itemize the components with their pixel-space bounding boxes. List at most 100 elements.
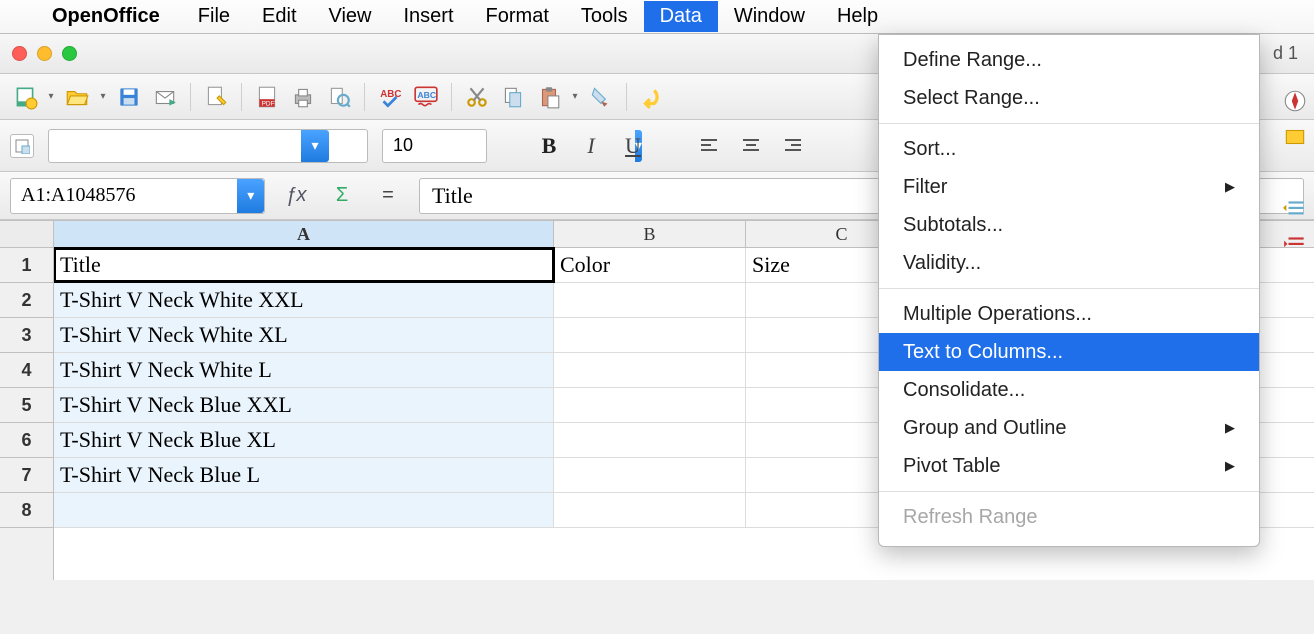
menu-define-range[interactable]: Define Range... [879, 41, 1259, 79]
cell-B2[interactable] [554, 283, 746, 317]
font-name-dropdown[interactable] [301, 130, 329, 162]
row-header-8[interactable]: 8 [0, 493, 53, 528]
bold-button[interactable]: B [535, 132, 563, 160]
macos-menubar: OpenOffice File Edit View Insert Format … [0, 0, 1314, 34]
italic-button[interactable]: I [577, 132, 605, 160]
menu-tools[interactable]: Tools [565, 1, 644, 32]
new-document-icon[interactable] [10, 82, 40, 112]
menu-separator [879, 123, 1259, 124]
toolbar-separator [451, 83, 452, 111]
row-header-7[interactable]: 7 [0, 458, 53, 493]
save-icon[interactable] [114, 82, 144, 112]
menu-format[interactable]: Format [470, 1, 565, 32]
cell-A3[interactable]: T-Shirt V Neck White XL [54, 318, 554, 352]
styles-button[interactable] [10, 134, 34, 158]
row-header-4[interactable]: 4 [0, 353, 53, 388]
edit-file-icon[interactable] [201, 82, 231, 112]
align-center-icon[interactable] [737, 132, 765, 160]
cell-A4[interactable]: T-Shirt V Neck White L [54, 353, 554, 387]
name-box-dropdown[interactable] [237, 179, 264, 213]
window-zoom-button[interactable] [62, 46, 77, 61]
underline-button[interactable]: U [619, 132, 647, 160]
app-name[interactable]: OpenOffice [42, 1, 170, 32]
format-paintbrush-icon[interactable] [586, 82, 616, 112]
cell-A2[interactable]: T-Shirt V Neck White XXL [54, 283, 554, 317]
decrease-indent-icon[interactable] [1280, 194, 1310, 224]
function-wizard-icon[interactable]: ƒx [281, 181, 311, 211]
menu-insert[interactable]: Insert [388, 1, 470, 32]
font-name-combo[interactable] [48, 129, 368, 163]
print-icon[interactable] [288, 82, 318, 112]
row-header-6[interactable]: 6 [0, 423, 53, 458]
paste-dropdown[interactable]: ▾ [570, 91, 580, 102]
undo-icon[interactable] [637, 82, 667, 112]
col-header-A[interactable]: A [54, 221, 554, 247]
menu-sort[interactable]: Sort... [879, 130, 1259, 168]
cell-A6[interactable]: T-Shirt V Neck Blue XL [54, 423, 554, 457]
menu-multiple-operations[interactable]: Multiple Operations... [879, 295, 1259, 333]
align-right-icon[interactable] [779, 132, 807, 160]
cell-A7[interactable]: T-Shirt V Neck Blue L [54, 458, 554, 492]
cell-B1[interactable]: Color [554, 248, 746, 282]
menu-edit[interactable]: Edit [246, 1, 312, 32]
name-box-input[interactable] [11, 184, 237, 207]
navigator-icon[interactable] [1280, 86, 1310, 116]
menu-text-to-columns[interactable]: Text to Columns... [879, 333, 1259, 371]
window-close-button[interactable] [12, 46, 27, 61]
cell-B3[interactable] [554, 318, 746, 352]
svg-text:ABC: ABC [380, 89, 401, 100]
select-all-corner[interactable] [0, 220, 53, 248]
data-menu-panel: Define Range... Select Range... Sort... … [878, 34, 1260, 547]
cell-B7[interactable] [554, 458, 746, 492]
window-title-text: d 1 [1273, 43, 1304, 64]
increase-indent-icon[interactable] [1280, 230, 1310, 260]
cut-icon[interactable] [462, 82, 492, 112]
menu-pivot-table[interactable]: Pivot Table▶ [879, 447, 1259, 485]
row-header-2[interactable]: 2 [0, 283, 53, 318]
menu-help[interactable]: Help [821, 1, 894, 32]
spellcheck-icon[interactable]: ABC [375, 82, 405, 112]
name-box[interactable] [10, 178, 265, 214]
cell-A8[interactable] [54, 493, 554, 527]
email-icon[interactable] [150, 82, 180, 112]
font-size-combo[interactable] [382, 129, 487, 163]
cell-A5[interactable]: T-Shirt V Neck Blue XXL [54, 388, 554, 422]
submenu-arrow-icon: ▶ [1225, 420, 1235, 436]
menu-filter[interactable]: Filter▶ [879, 168, 1259, 206]
menu-consolidate[interactable]: Consolidate... [879, 371, 1259, 409]
cell-B6[interactable] [554, 423, 746, 457]
open-dropdown[interactable]: ▾ [98, 91, 108, 102]
menu-window[interactable]: Window [718, 1, 821, 32]
sum-icon[interactable]: Σ [327, 181, 357, 211]
cell-B8[interactable] [554, 493, 746, 527]
submenu-arrow-icon: ▶ [1225, 179, 1235, 195]
toolbar-separator [626, 83, 627, 111]
row-header-3[interactable]: 3 [0, 318, 53, 353]
print-preview-icon[interactable] [324, 82, 354, 112]
paste-icon[interactable] [534, 82, 564, 112]
font-name-input[interactable] [49, 130, 301, 162]
auto-spellcheck-icon[interactable]: ABC [411, 82, 441, 112]
menu-view[interactable]: View [313, 1, 388, 32]
menu-validity[interactable]: Validity... [879, 244, 1259, 282]
cell-B4[interactable] [554, 353, 746, 387]
menu-subtotals[interactable]: Subtotals... [879, 206, 1259, 244]
menu-data[interactable]: Data [644, 1, 718, 32]
export-pdf-icon[interactable]: PDF [252, 82, 282, 112]
gallery-icon[interactable] [1280, 122, 1310, 152]
menu-group-outline[interactable]: Group and Outline▶ [879, 409, 1259, 447]
copy-icon[interactable] [498, 82, 528, 112]
row-header-5[interactable]: 5 [0, 388, 53, 423]
cell-A1[interactable]: Title [54, 248, 554, 282]
toolbar-separator [364, 83, 365, 111]
row-header-1[interactable]: 1 [0, 248, 53, 283]
col-header-B[interactable]: B [554, 221, 746, 247]
new-document-dropdown[interactable]: ▾ [46, 91, 56, 102]
window-minimize-button[interactable] [37, 46, 52, 61]
cell-B5[interactable] [554, 388, 746, 422]
menu-file[interactable]: File [182, 1, 246, 32]
function-equals-icon[interactable]: = [373, 181, 403, 211]
menu-select-range[interactable]: Select Range... [879, 79, 1259, 117]
open-icon[interactable] [62, 82, 92, 112]
align-left-icon[interactable] [695, 132, 723, 160]
